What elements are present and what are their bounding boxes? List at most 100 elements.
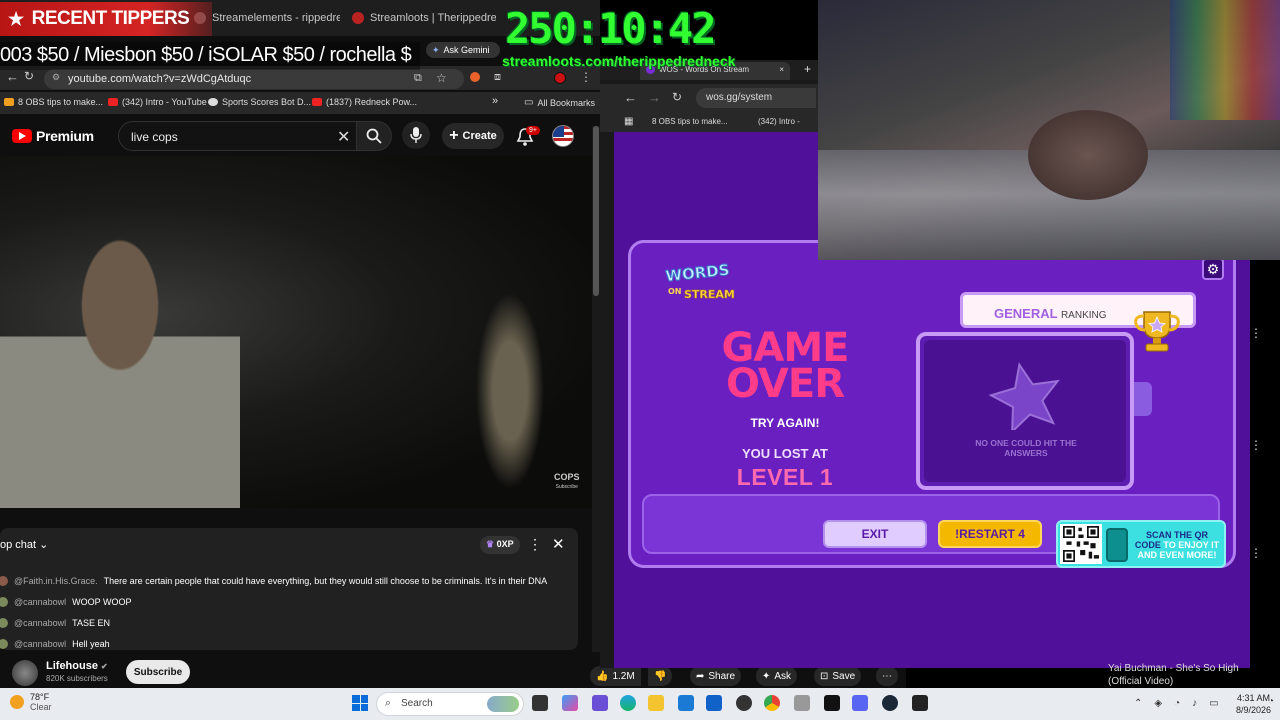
voice-search-button[interactable]: [402, 121, 430, 149]
app-icon[interactable]: [794, 695, 810, 711]
chat-username[interactable]: @cannabowl: [14, 597, 66, 607]
level-reached: LEVEL 1: [736, 464, 834, 490]
ask-button[interactable]: ✦ Ask: [756, 666, 798, 686]
save-button[interactable]: ⊡ Save: [814, 666, 862, 686]
notification-bell-icon[interactable]: ◔: [1268, 696, 1274, 707]
channel-avatar[interactable]: [12, 660, 38, 686]
dislike-button[interactable]: 👎: [648, 666, 673, 686]
url-text: wos.gg/system: [706, 92, 773, 103]
search-button[interactable]: [356, 121, 392, 151]
ranking-side-tab[interactable]: [1134, 382, 1152, 416]
bookmark-item[interactable]: (342) Intro - YouTube: [108, 97, 207, 107]
chat-username[interactable]: @Faith.in.His.Grace.: [14, 576, 98, 586]
more-vert-icon[interactable]: ⋮: [1250, 326, 1262, 340]
bookmark-item[interactable]: (342) Intro -: [758, 117, 800, 126]
search-input[interactable]: live cops ✕: [118, 121, 358, 151]
chat-menu-icon[interactable]: ⋮: [528, 536, 542, 553]
obs-icon[interactable]: [736, 695, 752, 711]
network-icon[interactable]: ◔: [1174, 698, 1180, 709]
clear-search-icon[interactable]: ✕: [337, 127, 350, 147]
back-icon[interactable]: ←: [6, 69, 19, 84]
more-bookmarks-icon[interactable]: »: [492, 95, 498, 107]
chat-message: @cannabowl WOOP WOOP: [0, 597, 132, 607]
windows-start-icon[interactable]: [352, 695, 368, 711]
chat-username[interactable]: @cannabowl: [14, 639, 66, 649]
youtube-premium-logo[interactable]: Premium: [12, 128, 94, 144]
tab-streamloots[interactable]: Streamloots | Therippedrednec ×: [344, 4, 496, 32]
qr-line-3: AND EVEN MORE!: [1137, 550, 1217, 560]
wos-url-input[interactable]: wos.gg/system: [696, 88, 816, 108]
menu-kebab-icon[interactable]: ⋮: [580, 70, 592, 84]
volume-icon[interactable]: ♪: [1192, 698, 1197, 709]
bookmark-item[interactable]: Sports Scores Bot D...: [208, 97, 311, 107]
bookmark-star-icon[interactable]: ☆: [436, 71, 447, 85]
more-vert-icon[interactable]: ⋮: [1250, 438, 1262, 452]
teams-icon[interactable]: [592, 695, 608, 711]
new-tab-icon[interactable]: +: [804, 62, 811, 76]
apps-grid-icon[interactable]: ▦: [624, 116, 633, 127]
steam-icon[interactable]: [882, 695, 898, 711]
back-icon[interactable]: ←: [624, 90, 637, 105]
taskbar-clock[interactable]: 4:31 AM 8/9/2026: [1236, 692, 1271, 716]
battery-icon[interactable]: ▭: [1209, 698, 1218, 709]
user-avatar[interactable]: [552, 125, 574, 147]
tippers-title: RECENT TIPPERS: [31, 8, 190, 29]
channel-watermark[interactable]: COPS Subscribe: [554, 472, 580, 492]
copilot-icon[interactable]: [562, 695, 578, 711]
chat-mode-dropdown[interactable]: op chat ⌄: [0, 538, 48, 551]
install-icon[interactable]: ⧉: [414, 72, 422, 85]
extension-icon[interactable]: [470, 72, 480, 82]
page-scrollbar[interactable]: [592, 126, 600, 652]
weather-temp: 78°F: [30, 692, 50, 702]
exit-button[interactable]: EXIT: [823, 520, 927, 548]
more-actions-button[interactable]: ⋯: [876, 666, 898, 686]
close-chat-icon[interactable]: ✕: [552, 535, 565, 553]
chat-avatar: [0, 597, 8, 607]
more-vert-icon[interactable]: ⋮: [1250, 546, 1262, 560]
bookmark-item[interactable]: 8 OBS tips to make...: [4, 97, 103, 107]
ask-label: Ask: [774, 670, 792, 682]
chevron-up-icon[interactable]: ⌃: [1134, 698, 1142, 709]
bookmark-label: (342) Intro - YouTube: [122, 97, 207, 107]
create-button[interactable]: + Create: [442, 123, 504, 149]
taskbar-search-input[interactable]: ⌕ Search: [376, 692, 524, 716]
task-view-icon[interactable]: [532, 695, 548, 711]
app-icon[interactable]: [912, 695, 928, 711]
close-tab-icon[interactable]: ×: [779, 65, 784, 77]
phone-icon: [1106, 528, 1128, 562]
site-info-icon[interactable]: ⚙: [52, 72, 60, 83]
url-input[interactable]: ⚙ youtube.com/watch?v=zWdCgAtduqc: [44, 69, 464, 89]
extensions-puzzle-icon[interactable]: ⧈: [494, 71, 501, 84]
subscribe-button[interactable]: Subscribe: [126, 660, 190, 684]
chat-username[interactable]: @cannabowl: [14, 618, 66, 628]
file-explorer-icon[interactable]: [648, 695, 664, 711]
search-placeholder: Search: [401, 698, 433, 709]
scrollbar-thumb[interactable]: [593, 126, 599, 296]
next-video-title[interactable]: Yai Buchman - She's So High (Official Vi…: [1108, 662, 1239, 688]
bookmark-item[interactable]: (1837) Redneck Pow...: [312, 97, 417, 107]
share-button[interactable]: ➦ Share: [690, 666, 742, 686]
outlook-icon[interactable]: [706, 695, 722, 711]
like-button[interactable]: 👍 1.2M: [590, 666, 641, 686]
terminal-icon[interactable]: [824, 695, 840, 711]
all-bookmarks-folder[interactable]: ▭ All Bookmarks: [524, 97, 595, 108]
video-player[interactable]: [0, 156, 592, 508]
chat-avatar: [0, 576, 8, 586]
forward-icon[interactable]: →: [648, 90, 661, 105]
chrome-icon[interactable]: [764, 695, 780, 711]
channel-name[interactable]: Lifehouse ✔: [46, 660, 108, 672]
app-tray-icon[interactable]: ◈: [1154, 698, 1162, 709]
ask-gemini-button[interactable]: ✦ Ask Gemini: [426, 42, 500, 58]
wos-bookmarks-bar: ▦ 8 OBS tips to make... (342) Intro -: [600, 112, 818, 132]
edge-icon[interactable]: [620, 695, 636, 711]
bookmark-item[interactable]: 8 OBS tips to make...: [652, 117, 728, 126]
restart-button[interactable]: !RESTART 4: [938, 520, 1042, 548]
store-icon[interactable]: [678, 695, 694, 711]
reload-icon[interactable]: ↻: [672, 90, 682, 104]
reload-icon[interactable]: ↻: [24, 69, 34, 83]
weather-widget[interactable]: 78°F Clear: [10, 692, 52, 712]
discord-icon[interactable]: [852, 695, 868, 711]
settings-gear-icon[interactable]: ⚙: [1202, 258, 1224, 280]
chat-xp-badge[interactable]: ♛ 0XP: [480, 536, 520, 554]
profile-avatar-icon[interactable]: [554, 72, 566, 84]
